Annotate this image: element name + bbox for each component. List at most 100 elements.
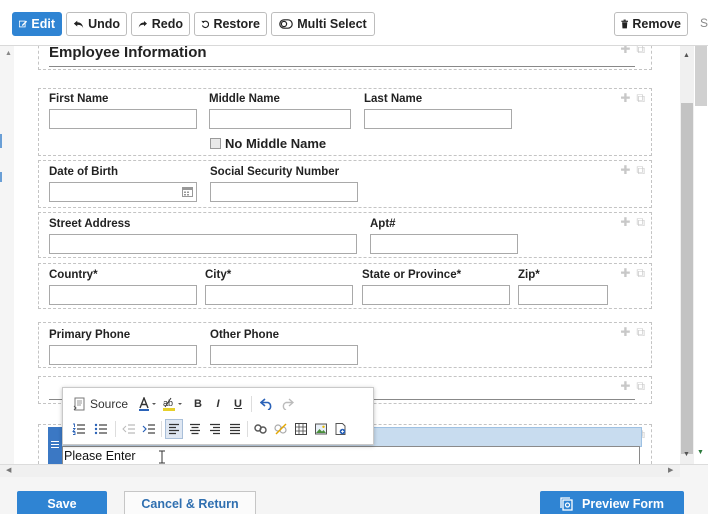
- other-phone-input[interactable]: [210, 345, 358, 365]
- editor-redo-button[interactable]: [279, 395, 295, 413]
- copy-icon[interactable]: ⧉: [636, 163, 645, 178]
- date-of-birth-input[interactable]: [49, 182, 197, 202]
- preview-form-button[interactable]: Preview Form: [540, 491, 684, 514]
- add-icon[interactable]: ✚: [620, 91, 630, 106]
- section-name-row[interactable]: First Name Middle Name Last Name No Midd…: [38, 88, 652, 156]
- city-input[interactable]: [205, 285, 353, 305]
- last-name-label: Last Name: [364, 93, 423, 105]
- country-input[interactable]: [49, 285, 197, 305]
- underline-button[interactable]: U: [231, 395, 245, 413]
- section-location-row[interactable]: Country* City* State or Province* Zip* ✚…: [38, 263, 652, 309]
- justify-button[interactable]: [227, 420, 243, 438]
- apt-input[interactable]: [370, 234, 518, 254]
- undo-button[interactable]: Undo: [66, 12, 127, 36]
- add-icon[interactable]: ✚: [620, 266, 630, 281]
- city-label: City*: [205, 269, 232, 281]
- no-middle-name-checkbox[interactable]: [210, 138, 221, 149]
- vertical-scrollbar-thumb[interactable]: [681, 103, 693, 454]
- preview-form-label: Preview Form: [582, 497, 664, 511]
- page-scrollbar[interactable]: [694, 46, 708, 464]
- middle-name-label: Middle Name: [209, 93, 280, 105]
- font-color-button[interactable]: [137, 395, 159, 413]
- section-tools: ✚⧉: [620, 91, 645, 106]
- copy-icon[interactable]: ⧉: [636, 91, 645, 106]
- add-icon[interactable]: ✚: [620, 379, 630, 394]
- redo-button[interactable]: Redo: [131, 12, 190, 36]
- numbered-list-button[interactable]: [71, 420, 87, 438]
- copy-icon[interactable]: ⧉: [636, 266, 645, 281]
- zip-input[interactable]: [518, 285, 608, 305]
- page-scrollbar-thumb[interactable]: [695, 46, 707, 106]
- source-button[interactable]: Source: [73, 395, 128, 413]
- edit-button[interactable]: Edit: [12, 12, 62, 36]
- justify-icon: [230, 423, 240, 435]
- scroll-left-arrow-icon[interactable]: ◀: [6, 466, 11, 474]
- add-icon[interactable]: ✚: [620, 215, 630, 230]
- last-name-input[interactable]: [364, 109, 512, 129]
- copy-icon[interactable]: ⧉: [636, 325, 645, 340]
- document-button[interactable]: [333, 420, 349, 438]
- editor-undo-button[interactable]: [259, 395, 275, 413]
- indent-button[interactable]: [141, 420, 157, 438]
- link-button[interactable]: [253, 420, 269, 438]
- outdent-button[interactable]: [121, 420, 137, 438]
- primary-phone-input[interactable]: [49, 345, 197, 365]
- document-icon: [335, 423, 346, 435]
- background-color-button[interactable]: ab: [161, 395, 185, 413]
- scroll-up-arrow-icon[interactable]: ▲: [5, 50, 12, 57]
- page-scroll-down-icon[interactable]: ▼: [697, 449, 704, 456]
- section-employee-information[interactable]: Employee Information ✚ ⧉: [38, 46, 652, 70]
- add-icon[interactable]: ✚: [620, 325, 630, 340]
- outdent-icon: [122, 424, 135, 434]
- rich-text-field[interactable]: Please Enter: [62, 446, 640, 466]
- scroll-right-arrow-icon[interactable]: ▶: [668, 466, 673, 474]
- add-icon[interactable]: ✚: [620, 46, 630, 57]
- multi-select-label: Multi Select: [297, 17, 367, 31]
- no-middle-name-label: No Middle Name: [225, 136, 327, 151]
- link-icon: [254, 424, 267, 434]
- restore-button[interactable]: Restore: [194, 12, 267, 36]
- multi-select-icon: [279, 19, 294, 29]
- bold-button[interactable]: B: [191, 395, 205, 413]
- calendar-icon[interactable]: [182, 186, 193, 197]
- section-dob-row[interactable]: Date of Birth Social Security Number ✚ ⧉: [38, 160, 652, 208]
- unlink-button[interactable]: [273, 420, 289, 438]
- multi-select-button[interactable]: Multi Select: [271, 12, 375, 36]
- remove-button[interactable]: Remove: [614, 12, 688, 36]
- drag-handle[interactable]: [48, 427, 62, 467]
- middle-name-input[interactable]: [209, 109, 351, 129]
- first-name-input[interactable]: [49, 109, 197, 129]
- horizontal-scrollbar[interactable]: ◀ ▶: [0, 465, 680, 477]
- ssn-input[interactable]: [210, 182, 358, 202]
- scroll-up-arrow-icon[interactable]: ▲: [683, 52, 690, 59]
- rich-text-toolbar: Source ab B I U: [62, 387, 374, 445]
- align-left-icon: [169, 423, 179, 435]
- align-right-button[interactable]: [207, 420, 223, 438]
- street-address-label: Street Address: [49, 218, 131, 230]
- align-left-button[interactable]: [165, 419, 183, 439]
- section-phone-row[interactable]: Primary Phone Other Phone ✚ ⧉: [38, 322, 652, 368]
- copy-icon[interactable]: ⧉: [636, 46, 645, 57]
- section-tools: ✚⧉: [620, 266, 645, 281]
- preview-icon: [560, 497, 573, 511]
- state-input[interactable]: [362, 285, 510, 305]
- edit-label: Edit: [31, 17, 55, 31]
- copy-icon[interactable]: ⧉: [636, 379, 645, 394]
- font-color-icon: [139, 397, 156, 411]
- street-address-input[interactable]: [49, 234, 357, 254]
- image-button[interactable]: [313, 420, 329, 438]
- table-button[interactable]: [293, 420, 309, 438]
- section-street-row[interactable]: Street Address Apt# ✚ ⧉: [38, 212, 652, 258]
- add-icon[interactable]: ✚: [620, 163, 630, 178]
- cancel-return-button[interactable]: Cancel & Return: [124, 491, 256, 514]
- align-center-button[interactable]: [187, 420, 203, 438]
- text-cursor-icon: [159, 450, 165, 464]
- italic-button[interactable]: I: [211, 395, 225, 413]
- section-title-divider: [49, 66, 635, 67]
- save-button[interactable]: Save: [17, 491, 107, 514]
- top-toolbar: Edit Undo Redo Restore Multi Select Remo…: [0, 0, 708, 46]
- scroll-down-arrow-icon[interactable]: ▼: [683, 451, 690, 458]
- bulleted-list-button[interactable]: [93, 420, 109, 438]
- copy-icon[interactable]: ⧉: [636, 215, 645, 230]
- apt-label: Apt#: [370, 218, 396, 230]
